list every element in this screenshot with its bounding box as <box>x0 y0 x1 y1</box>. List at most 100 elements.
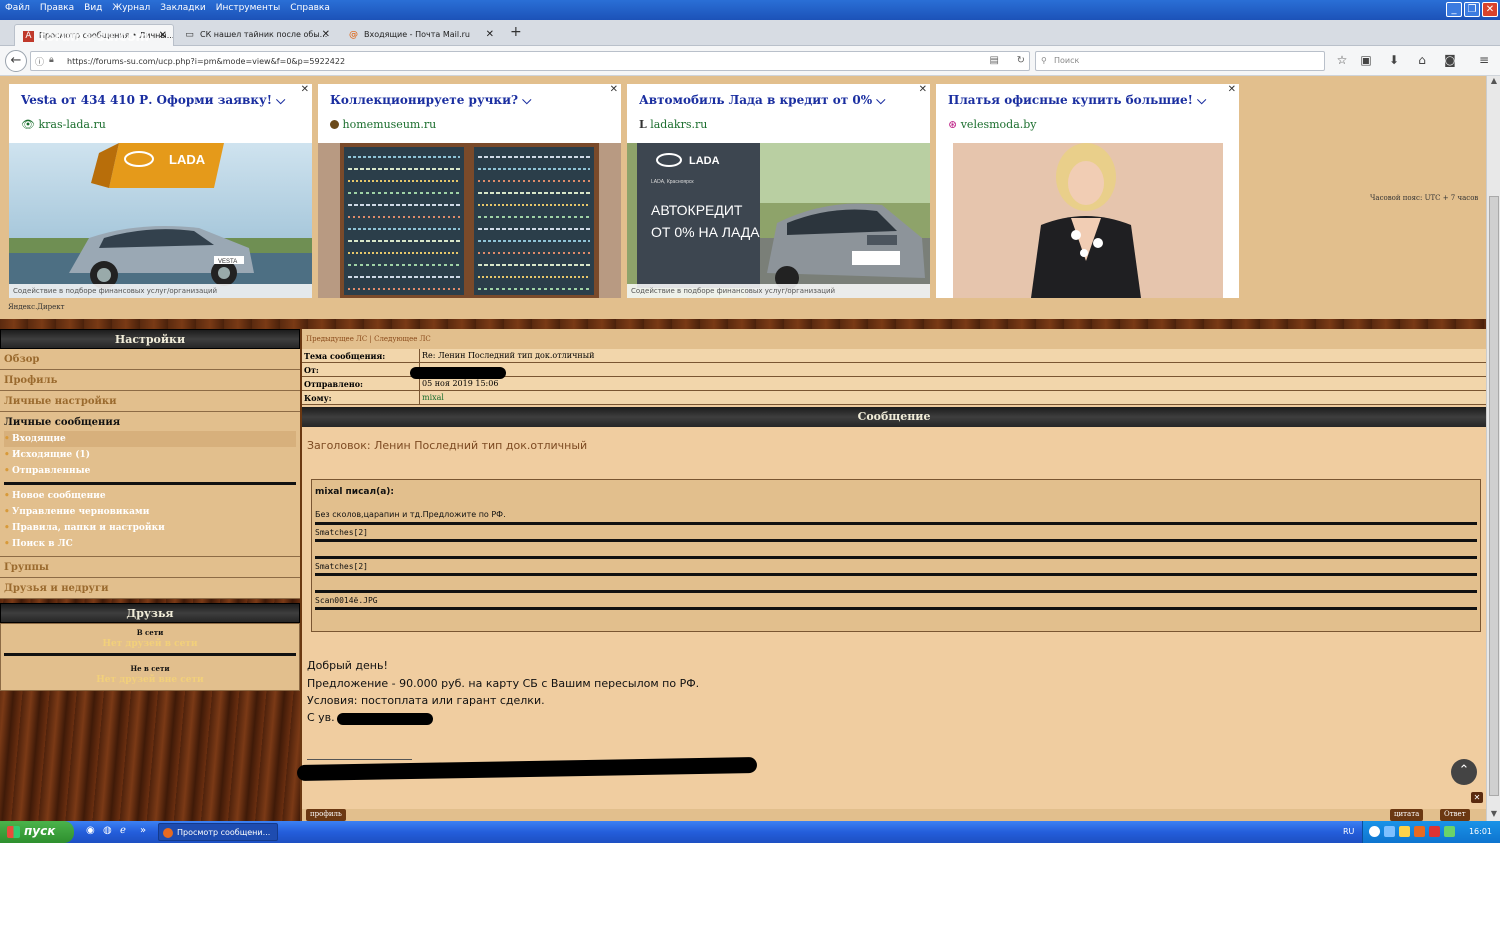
clipboard-icon[interactable]: ▣ <box>1358 53 1374 67</box>
tray-app-icon[interactable] <box>1399 826 1410 837</box>
vertical-scrollbar[interactable]: ▲ ▼ <box>1486 76 1500 821</box>
sidebar-item-sent[interactable]: Отправленные <box>4 463 296 479</box>
profile-button[interactable]: профиль <box>306 809 346 821</box>
ad-title[interactable]: Автомобиль Лада в кредит от 0% ⌵ <box>639 93 885 108</box>
tab-news[interactable]: ▭ СК нашел тайник после обы... ✕ <box>176 24 336 46</box>
menu-tools[interactable]: Инструменты <box>211 0 285 16</box>
ad-title[interactable]: Коллекционируете ручки? ⌵ <box>330 93 531 108</box>
sidebar-item-inbox[interactable]: Входящие <box>4 431 296 447</box>
ad-caption: Содействие в подборе финансовых услуг/ор… <box>627 284 930 298</box>
home-icon[interactable]: ⌂ <box>1414 53 1430 67</box>
hamburger-menu-icon[interactable]: ≡ <box>1476 53 1492 67</box>
quote-button[interactable]: цитата <box>1390 809 1424 821</box>
sidebar-item-overview[interactable]: Обзор <box>0 349 300 370</box>
ad-title[interactable]: Vesta от 434 410 Р. Оформи заявку! ⌵ <box>21 93 285 108</box>
sidebar-item-profile[interactable]: Профиль <box>0 370 300 391</box>
ad-close-icon[interactable]: ✕ <box>919 84 927 95</box>
ad-image[interactable] <box>936 143 1239 298</box>
sidebar-item-friends-foes[interactable]: Друзья и недруги <box>0 578 300 599</box>
scroll-up-arrow-icon[interactable]: ▲ <box>1487 76 1500 88</box>
menu-bookmarks[interactable]: Закладки <box>155 0 211 16</box>
next-pm-link[interactable]: Следующее ЛС <box>374 335 431 343</box>
menu-file[interactable]: Файл <box>0 0 35 16</box>
sidebar-item-drafts[interactable]: Управление черновиками <box>4 504 296 520</box>
scrollbar-thumb[interactable] <box>1489 196 1499 796</box>
attachment-link[interactable]: Smatches[2] <box>315 562 368 571</box>
lock-icon[interactable]: 🔒︎ <box>49 55 54 65</box>
tray-back-icon[interactable] <box>1369 826 1380 837</box>
new-tab-plus-icon[interactable]: + <box>510 24 522 40</box>
yandex-direct-label[interactable]: Яндекс.Директ <box>8 303 65 311</box>
sidebar-pm-header[interactable]: Личные сообщения <box>4 414 296 431</box>
scroll-down-arrow-icon[interactable]: ▼ <box>1487 809 1500 821</box>
prev-pm-link[interactable]: Предыдущее ЛС <box>306 335 367 343</box>
tab-close-icon[interactable]: ✕ <box>159 30 167 41</box>
close-window-button[interactable]: ✕ <box>1482 2 1498 17</box>
sidebar-item-rules[interactable]: Правила, папки и настройки <box>4 520 296 536</box>
ad-lada-vesta[interactable]: Vesta от 434 410 Р. Оформи заявку! ⌵ ✕ 👁… <box>9 84 312 298</box>
sidebar-item-groups[interactable]: Группы <box>0 557 300 578</box>
tray-volume-icon[interactable] <box>1444 826 1455 837</box>
sidebar-item-outbox[interactable]: Исходящие (1) <box>4 447 296 463</box>
reload-icon[interactable]: ↻ <box>1017 55 1025 66</box>
sidebar-item-new-message[interactable]: Новое сообщение <box>4 488 296 504</box>
sidebar-item-pm-search[interactable]: Поиск в ЛС <box>4 536 296 552</box>
taskbar-firefox-window[interactable]: Просмотр сообщени... <box>158 823 278 841</box>
ad-image[interactable]: LADA VESTA Содействие в подборе финансов… <box>9 143 312 298</box>
clock: 16:01 <box>1468 827 1492 836</box>
info-icon[interactable]: ⓘ <box>35 55 44 68</box>
page-icon: ▭ <box>185 30 194 40</box>
opera-icon[interactable]: ◉ <box>86 825 95 836</box>
language-indicator[interactable]: RU <box>1343 827 1354 836</box>
url-text[interactable]: https://forums-su.com/ucp.php?i=pm&mode=… <box>67 57 345 66</box>
ad-pens[interactable]: Коллекционируете ручки? ⌵ ✕ homemuseum.r… <box>318 84 621 298</box>
maximize-button[interactable]: ❐ <box>1464 2 1480 17</box>
tray-firefox-icon[interactable] <box>1414 826 1425 837</box>
reader-view-icon[interactable]: ▤ <box>990 55 999 66</box>
attachment-link[interactable]: Smatches[2] <box>315 528 368 537</box>
tab-pm-view[interactable]: A Просмотр сообщения • Личны... ✕ <box>14 24 174 46</box>
ad-domain[interactable]: L ladakrs.ru <box>639 118 707 131</box>
to-value[interactable]: mixal <box>420 391 446 404</box>
back-arrow-icon[interactable]: ← <box>5 50 27 72</box>
taskbar: пуск ◉ ◍ ℯ » Просмотр сообщени... RU 16:… <box>0 821 1500 843</box>
minimize-button[interactable]: _ <box>1446 2 1462 17</box>
pocket-icon[interactable]: ◙ <box>1442 53 1458 67</box>
tab-close-icon[interactable]: ✕ <box>322 29 330 40</box>
ad-dresses[interactable]: Платья офисные купить большие! ⌵ ✕ ⊛ vel… <box>936 84 1239 298</box>
ad-domain[interactable]: ⊛ velesmoda.by <box>948 118 1037 131</box>
reply-button[interactable]: Ответ <box>1440 809 1470 821</box>
menu-edit[interactable]: Правка <box>35 0 79 16</box>
url-bar[interactable]: ⓘ 🔒︎ https://forums-su.com/ucp.php?i=pm&… <box>30 51 1030 71</box>
tray-security-icon[interactable] <box>1429 826 1440 837</box>
ad-close-icon[interactable]: ✕ <box>610 84 618 95</box>
close-icon[interactable]: ✕ <box>1471 792 1483 803</box>
tab-close-icon[interactable]: ✕ <box>486 29 494 40</box>
attachment-link[interactable]: Scan0014ё.JPG <box>315 596 378 605</box>
scroll-top-icon[interactable]: ⌃ <box>1451 759 1477 785</box>
ad-lada-credit[interactable]: Автомобиль Лада в кредит от 0% ⌵ ✕ L lad… <box>627 84 930 298</box>
ad-image[interactable]: LADA LADA, Красноярск АВТОКРЕДИТ ОТ 0% Н… <box>627 143 930 298</box>
tray-network-icon[interactable] <box>1384 826 1395 837</box>
search-input[interactable]: ⚲ Поиск <box>1035 51 1325 71</box>
ie-icon[interactable]: ℯ <box>120 825 126 836</box>
sidebar-item-personal-settings[interactable]: Личные настройки <box>0 391 300 412</box>
ad-close-icon[interactable]: ✕ <box>301 84 309 95</box>
menu-view[interactable]: Вид <box>79 0 107 16</box>
ad-title[interactable]: Платья офисные купить большие! ⌵ <box>948 93 1206 108</box>
chrome-icon[interactable]: ◍ <box>103 825 112 836</box>
ad-domain[interactable]: homemuseum.ru <box>330 118 436 131</box>
ad-plate-text: VESTA <box>218 259 237 265</box>
menu-history[interactable]: Журнал <box>107 0 155 16</box>
bookmark-star-icon[interactable]: ☆ <box>1334 53 1350 67</box>
nav-bar: ← ⓘ 🔒︎ https://forums-su.com/ucp.php?i=p… <box>0 46 1500 76</box>
ad-domain[interactable]: 👁︎ kras-lada.ru <box>21 118 106 131</box>
ad-promo-line1: АВТОКРЕДИТ <box>651 202 743 218</box>
tab-mail[interactable]: @ Входящие - Почта Mail.ru ✕ <box>340 24 500 46</box>
start-button[interactable]: пуск <box>0 821 74 843</box>
ad-image[interactable] <box>318 143 621 298</box>
ad-close-icon[interactable]: ✕ <box>1228 84 1236 95</box>
menu-help[interactable]: Справка <box>285 0 335 16</box>
download-arrow-icon[interactable]: ⬇ <box>1386 53 1402 67</box>
more-chevron-icon[interactable]: » <box>140 825 146 836</box>
